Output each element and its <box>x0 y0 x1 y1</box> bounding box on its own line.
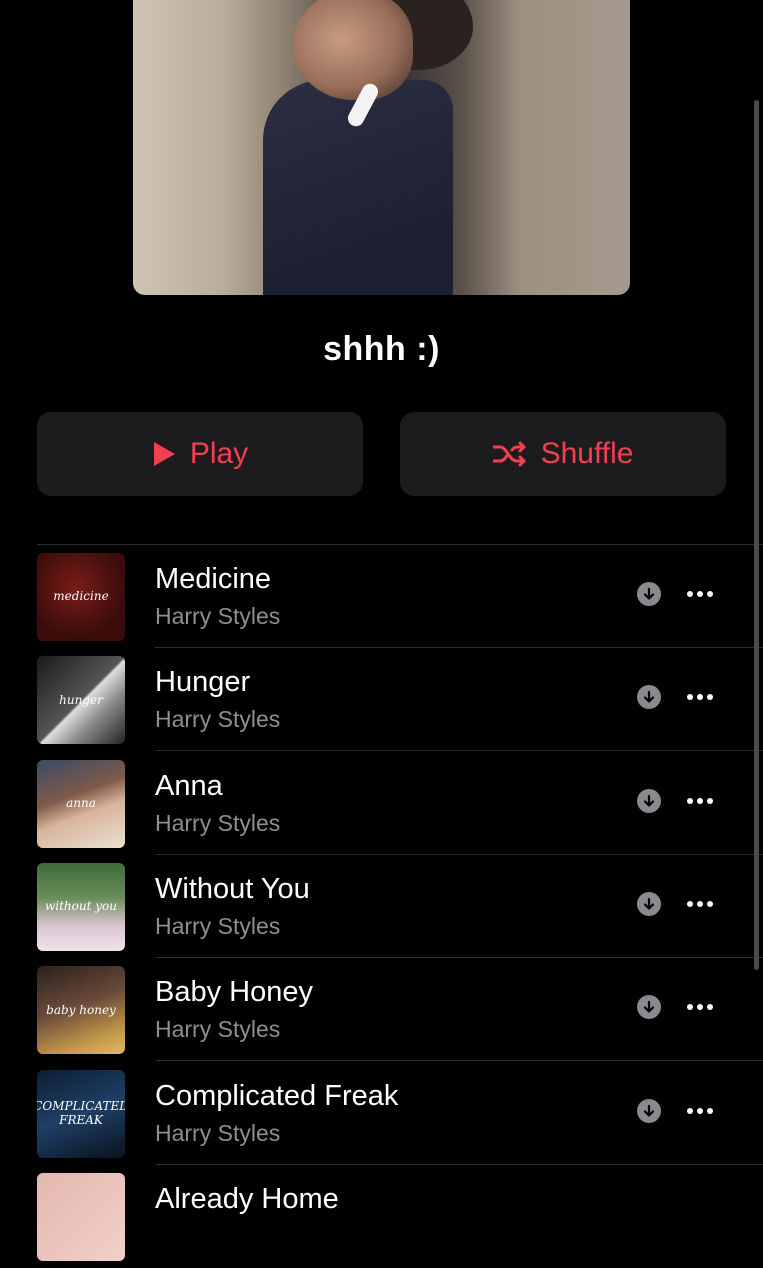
track-artwork <box>37 1172 125 1261</box>
more-options-icon[interactable] <box>680 891 720 917</box>
cover-figure-head <box>293 0 413 100</box>
more-options-icon[interactable] <box>680 994 720 1020</box>
track-title: Without You <box>155 872 310 905</box>
track-title: Medicine <box>155 563 272 595</box>
track-title: Baby Honey <box>155 976 313 1009</box>
more-options-icon[interactable] <box>680 788 720 814</box>
download-icon[interactable] <box>637 582 661 606</box>
download-icon[interactable] <box>637 685 661 710</box>
download-icon[interactable] <box>637 995 661 1020</box>
track-row[interactable]: without you Without You Harry Styles <box>0 855 763 958</box>
track-artwork-text: baby honey <box>46 1002 116 1017</box>
download-icon[interactable] <box>637 1098 661 1123</box>
track-row[interactable]: COMPLICATED FREAK Complicated Freak Harry … <box>0 1062 763 1165</box>
track-title: Hunger <box>155 666 251 699</box>
track-artist: Harry Styles <box>155 1016 281 1043</box>
track-artwork-text: COMPLICATED FREAK <box>37 1099 125 1127</box>
more-options-icon[interactable] <box>680 1098 720 1124</box>
playlist-cover-art <box>133 0 630 295</box>
playlist-title: shhh :) <box>323 330 440 368</box>
track-row[interactable]: medicine Medicine Harry Styles <box>0 545 763 648</box>
more-options-icon[interactable] <box>680 684 720 710</box>
shuffle-button-label: Shuffle <box>540 437 634 470</box>
track-artist: Harry Styles <box>155 809 281 836</box>
track-row[interactable]: baby honey Baby Honey Harry Styles <box>0 958 763 1062</box>
track-artist: Harry Styles <box>155 1119 281 1146</box>
track-artist: Harry Styles <box>155 912 281 939</box>
track-row[interactable]: Already Home <box>0 1165 763 1268</box>
track-row[interactable]: anna Anna Harry Styles <box>0 752 763 855</box>
track-artwork: medicine <box>37 553 125 641</box>
shuffle-icon <box>492 441 527 467</box>
track-artwork-text: medicine <box>53 589 109 604</box>
play-icon <box>152 441 176 467</box>
scrollbar[interactable] <box>754 100 759 970</box>
track-artwork: COMPLICATED FREAK <box>37 1069 125 1158</box>
track-artwork: anna <box>37 759 125 848</box>
download-icon[interactable] <box>637 891 661 916</box>
track-artwork: without you <box>37 862 125 951</box>
play-button[interactable]: Play <box>37 412 363 496</box>
track-title: Already Home <box>155 1182 339 1215</box>
shuffle-button[interactable]: Shuffle <box>400 412 726 496</box>
track-artist: Harry Styles <box>155 706 281 733</box>
track-row[interactable]: hunger Hunger Harry Styles <box>0 648 763 752</box>
track-artwork: hunger <box>37 656 125 745</box>
track-title: Complicated Freak <box>155 1079 399 1112</box>
download-icon[interactable] <box>637 788 661 813</box>
play-button-label: Play <box>189 437 249 470</box>
track-artwork-text: anna <box>66 796 96 810</box>
track-artwork-text: hunger <box>59 692 103 707</box>
more-options-icon[interactable] <box>680 581 720 607</box>
track-artwork: baby honey <box>37 966 125 1055</box>
track-artist: Harry Styles <box>155 603 281 629</box>
track-artwork-text: without you <box>45 899 117 914</box>
track-title: Anna <box>155 769 223 802</box>
